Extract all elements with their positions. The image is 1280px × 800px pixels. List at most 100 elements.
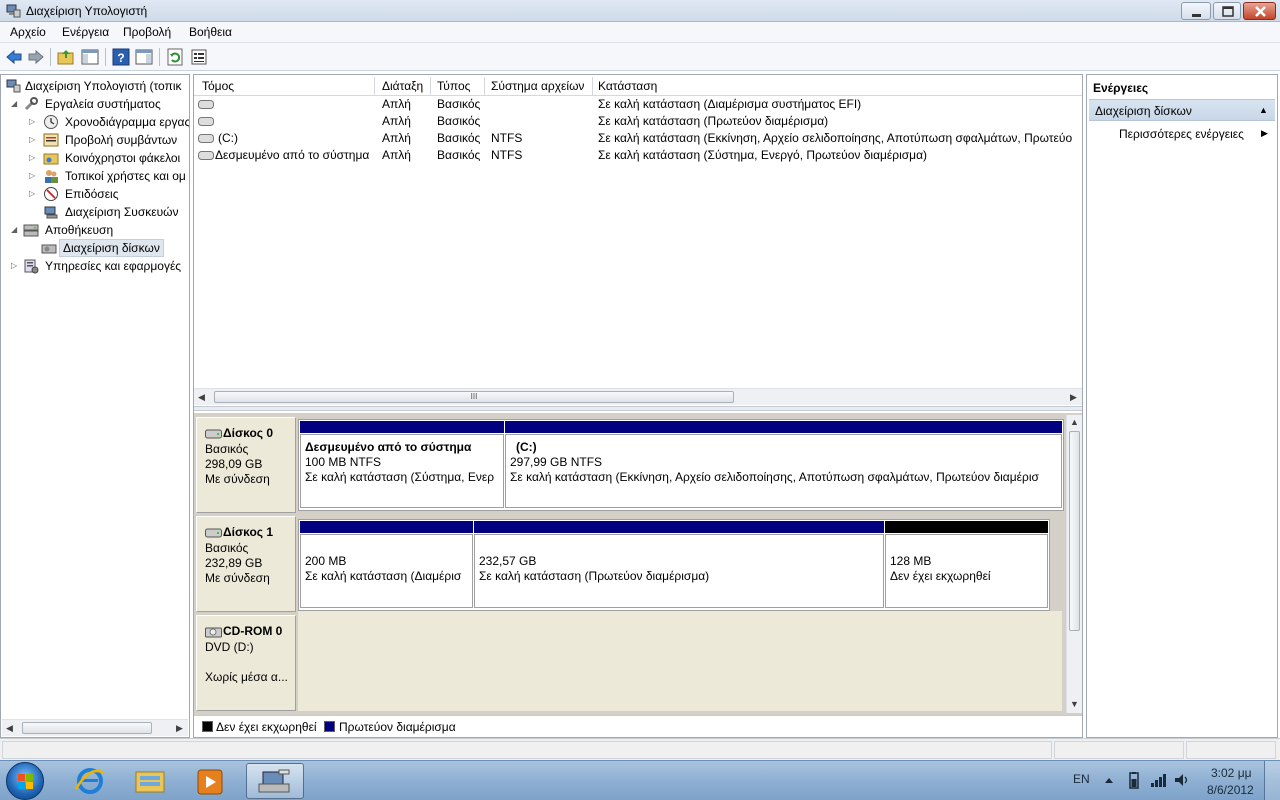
clock-time[interactable]: 3:02 μμ: [1211, 766, 1252, 780]
legend-label-primary: Πρωτεύον διαμέρισμα: [339, 720, 456, 734]
disk-0-label[interactable]: Δίσκος 0 Βασικός 298,09 GB Με σύνδεση: [196, 417, 296, 513]
volume-speaker-icon[interactable]: [1173, 772, 1191, 788]
language-indicator[interactable]: EN: [1073, 772, 1090, 786]
menu-help[interactable]: Βοήθεια: [189, 25, 232, 39]
up-folder-icon[interactable]: [56, 47, 76, 67]
scroll-thumb[interactable]: [1069, 431, 1080, 631]
collapse-arrow-icon[interactable]: ◢: [11, 99, 19, 108]
tree-system-tools[interactable]: ◢ Εργαλεία συστήματος: [9, 95, 189, 113]
tree-services-apps[interactable]: ▷ Υπηρεσίες και εφαρμογές: [9, 257, 189, 275]
start-button[interactable]: [6, 762, 44, 800]
graph-vertical-scrollbar[interactable]: ▲ ▼: [1066, 415, 1082, 713]
collapse-arrow-icon[interactable]: ◢: [11, 225, 19, 234]
tree-performance[interactable]: ▷ Επιδόσεις: [27, 185, 189, 203]
media-player-icon: [197, 769, 223, 795]
column-volume[interactable]: Τόμος: [202, 79, 234, 93]
taskbar-explorer[interactable]: [122, 763, 178, 799]
scroll-left-icon[interactable]: ◀: [6, 723, 13, 734]
clock-date[interactable]: 8/6/2012: [1207, 783, 1254, 797]
forward-arrow-icon[interactable]: [26, 47, 46, 67]
scroll-left-icon[interactable]: ◀: [198, 392, 205, 403]
volume-type: Βασικός: [437, 97, 481, 111]
help-icon[interactable]: ?: [111, 47, 131, 67]
properties-icon[interactable]: [189, 47, 209, 67]
computer-management-icon: [6, 79, 21, 93]
partition-unallocated[interactable]: 128 MB Δεν έχει εκχωρηθεί: [884, 520, 1049, 610]
column-status[interactable]: Κατάσταση: [598, 79, 657, 93]
scroll-right-icon[interactable]: ▶: [1070, 392, 1077, 403]
internet-explorer-icon: [74, 768, 105, 794]
menu-view[interactable]: Προβολή: [123, 25, 171, 39]
disk-type: DVD (D:): [205, 640, 254, 654]
column-type[interactable]: Τύπος: [437, 79, 470, 93]
show-hidden-icons-icon[interactable]: [1104, 775, 1114, 785]
maximize-button[interactable]: [1213, 2, 1241, 20]
scroll-right-icon[interactable]: ▶: [176, 723, 183, 734]
hard-disk-icon: [205, 429, 222, 439]
collapse-caret-icon[interactable]: ▲: [1259, 105, 1268, 115]
tree-storage[interactable]: ◢ Αποθήκευση: [9, 221, 189, 239]
taskbar-media-player[interactable]: [182, 763, 238, 799]
scroll-thumb[interactable]: [22, 722, 152, 734]
tree-root[interactable]: Διαχείριση Υπολογιστή (τοπικ: [5, 77, 189, 95]
expand-arrow-icon[interactable]: ▷: [29, 189, 37, 198]
pane-splitter[interactable]: [194, 406, 1082, 411]
expand-arrow-icon[interactable]: ▷: [29, 135, 37, 144]
tree-label: Διαχείριση Υπολογιστή (τοπικ: [25, 79, 182, 93]
volume-row[interactable]: (C:) Απλή Βασικός NTFS Σε καλή κατάσταση…: [194, 130, 1082, 147]
volume-layout: Απλή: [382, 131, 411, 145]
tree-horizontal-scrollbar[interactable]: ◀ ▶: [2, 719, 188, 736]
minimize-button[interactable]: [1181, 2, 1211, 20]
partition-system-reserved[interactable]: Δεσμευμένο από το σύστημα 100 MB NTFS Σε…: [299, 420, 505, 510]
scroll-thumb[interactable]: III: [214, 391, 734, 403]
column-filesystem[interactable]: Σύστημα αρχείων: [491, 79, 584, 93]
disk-1-label[interactable]: Δίσκος 1 Βασικός 232,89 GB Με σύνδεση: [196, 516, 296, 612]
battery-icon[interactable]: [1127, 772, 1141, 790]
tree-device-manager[interactable]: Διαχείριση Συσκευών: [27, 203, 189, 221]
taskbar-internet-explorer[interactable]: [62, 763, 118, 799]
tree-local-users[interactable]: ▷ Τοπικοί χρήστες και ομ: [27, 167, 189, 185]
volume-row[interactable]: Δεσμευμένο από το σύστημα Απλή Βασικός N…: [194, 147, 1082, 164]
column-layout[interactable]: Διάταξη: [382, 79, 423, 93]
more-actions-link[interactable]: Περισσότερες ενέργειες: [1119, 127, 1244, 141]
network-signal-icon[interactable]: [1150, 773, 1168, 787]
close-button[interactable]: [1243, 2, 1276, 20]
expand-arrow-icon[interactable]: ▷: [29, 171, 37, 180]
volume-row[interactable]: Απλή Βασικός Σε καλή κατάσταση (Πρωτεύον…: [194, 113, 1082, 130]
disk-name: Δίσκος 1: [223, 525, 274, 539]
show-desktop-button[interactable]: [1264, 761, 1280, 800]
volume-name: Δεσμευμένο από το σύστημα: [215, 148, 370, 162]
drive-icon: [198, 134, 214, 143]
expand-arrow-icon[interactable]: ▷: [11, 261, 19, 270]
tree-event-viewer[interactable]: ▷ Προβολή συμβάντων: [27, 131, 189, 149]
tree-shared-folders[interactable]: ▷ Κοινόχρηστοι φάκελοι: [27, 149, 189, 167]
actions-section-disk-management[interactable]: Διαχείριση δίσκων ▲: [1089, 99, 1275, 121]
back-arrow-icon[interactable]: [4, 47, 24, 67]
scroll-up-icon[interactable]: ▲: [1070, 417, 1079, 427]
volume-fs: NTFS: [491, 131, 523, 145]
expand-arrow-icon[interactable]: ▷: [29, 153, 37, 162]
scroll-down-icon[interactable]: ▼: [1070, 699, 1079, 709]
partition-c[interactable]: (C:) 297,99 GB NTFS Σε καλή κατάσταση (Ε…: [504, 420, 1063, 510]
cdrom-0-label[interactable]: CD-ROM 0 DVD (D:) Χωρίς μέσα α...: [196, 615, 296, 711]
event-viewer-icon: [43, 133, 59, 147]
expand-arrow-icon[interactable]: ▷: [29, 117, 37, 126]
volume-list-horizontal-scrollbar[interactable]: ◀ III ▶: [194, 388, 1082, 405]
show-hide-tree-icon[interactable]: [80, 47, 100, 67]
partition-200mb[interactable]: 200 MB Σε καλή κατάσταση (Διαμέρισ: [299, 520, 474, 610]
tree-task-scheduler[interactable]: ▷ Χρονοδιάγραμμα εργας: [27, 113, 189, 131]
volume-row[interactable]: Απλή Βασικός Σε καλή κατάσταση (Διαμέρισ…: [194, 96, 1082, 113]
tree-disk-management[interactable]: Διαχείριση δίσκων: [27, 239, 189, 257]
tree-label: Κοινόχρηστοι φάκελοι: [65, 151, 181, 165]
volume-layout: Απλή: [382, 148, 411, 162]
menu-action[interactable]: Ενέργεια: [62, 25, 109, 39]
partition-bar: [474, 521, 884, 533]
cdrom-empty-area: [298, 611, 1062, 711]
submenu-arrow-icon[interactable]: ▶: [1261, 128, 1268, 139]
partition-title: (C:): [516, 440, 537, 454]
show-action-pane-icon[interactable]: [134, 47, 154, 67]
refresh-icon[interactable]: [165, 47, 185, 67]
partition-primary[interactable]: 232,57 GB Σε καλή κατάσταση (Πρωτεύον δι…: [473, 520, 885, 610]
taskbar-computer-management[interactable]: [246, 763, 304, 799]
menu-file[interactable]: Αρχείο: [10, 25, 46, 39]
